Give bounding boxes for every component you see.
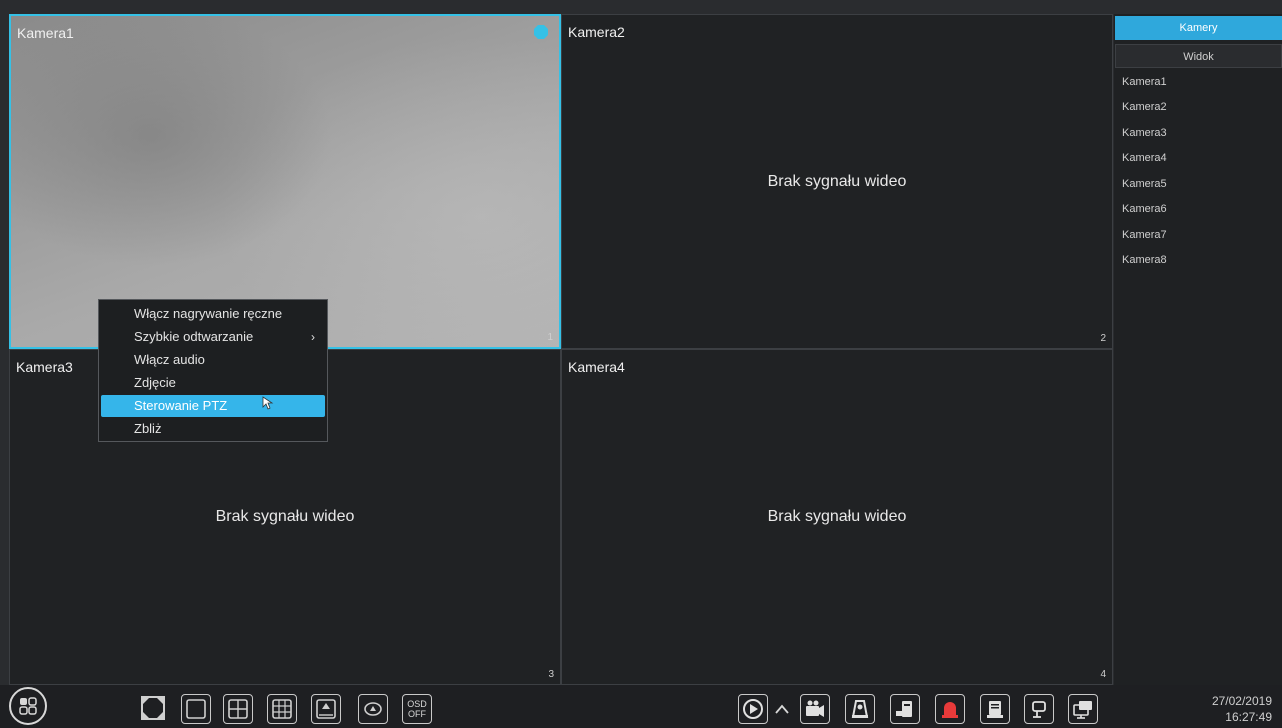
layout-9-icon[interactable] — [267, 694, 297, 724]
context-menu: Włącz nagrywanie ręczne Szybkie odtwarza… — [98, 299, 328, 442]
sidebar-item-camera[interactable]: Kamera6 — [1122, 203, 1167, 215]
layout-1-icon[interactable] — [181, 694, 211, 724]
osd-label: OSD OFF — [403, 699, 431, 719]
menu-item-quick-playback[interactable]: Szybkie odtwarzanie › — [101, 326, 325, 348]
chevron-right-icon: › — [311, 330, 315, 344]
menu-item-zoom[interactable]: Zbliż — [101, 418, 325, 440]
sidebar-item-camera[interactable]: Kamera5 — [1122, 178, 1167, 190]
system-date: 27/02/2019 — [1211, 694, 1272, 708]
sidebar-item-camera[interactable]: Kamera2 — [1122, 101, 1167, 113]
bottom-toolbar: OSD OFF 27/02/2019 16:27:49 — [0, 685, 1282, 728]
snapshot-icon[interactable] — [845, 694, 875, 724]
playback-icon[interactable] — [738, 694, 768, 724]
sidebar-item-camera[interactable]: Kamera7 — [1122, 229, 1167, 241]
channel-index: 3 — [548, 669, 554, 680]
layout-custom-icon[interactable] — [311, 694, 341, 724]
sidebar-item-camera[interactable]: Kamera1 — [1122, 76, 1167, 88]
camera-title: Kamera1 — [17, 25, 74, 41]
ptz-icon[interactable] — [1024, 694, 1054, 724]
layout-4-icon[interactable] — [223, 694, 253, 724]
no-signal-message: Brak sygnału wideo — [767, 172, 907, 190]
no-signal-message: Brak sygnału wideo — [215, 508, 355, 525]
sidebar-item-camera[interactable]: Kamera4 — [1122, 152, 1167, 164]
osd-off-icon[interactable]: OSD OFF — [402, 694, 432, 724]
rotate-view-icon[interactable] — [358, 694, 388, 724]
sidebar-item-camera[interactable]: Kamera3 — [1122, 127, 1167, 139]
storage-icon[interactable] — [980, 694, 1010, 724]
camera-title: Kamera2 — [568, 24, 625, 40]
menu-item-snapshot[interactable]: Zdjęcie — [101, 372, 325, 394]
menu-item-enable-audio[interactable]: Włącz audio — [101, 349, 325, 371]
tab-cameras[interactable]: Kamery — [1115, 16, 1282, 40]
osd-label-top: OSD — [407, 699, 427, 709]
fullscreen-icon[interactable] — [139, 694, 169, 724]
tab-view[interactable]: Widok — [1115, 44, 1282, 68]
menu-item-ptz-control[interactable]: Sterowanie PTZ — [101, 395, 325, 417]
camera-cell-4[interactable]: Kamera4 Brak sygnału wideo 4 — [561, 349, 1113, 685]
menu-icon[interactable] — [9, 687, 47, 725]
menu-item-label: Szybkie odtwarzanie — [134, 329, 254, 344]
camera-cell-2[interactable]: Kamera2 Brak sygnału wideo 2 — [561, 14, 1113, 349]
screen-switch-icon[interactable] — [1068, 694, 1098, 724]
no-signal-message: Brak sygnału wideo — [767, 508, 907, 525]
camera-sidebar: Kamery Widok Kamera1 Kamera2 Kamera3 Kam… — [1114, 14, 1282, 685]
expand-up-icon[interactable] — [773, 697, 791, 721]
channel-index: 1 — [547, 332, 553, 343]
system-time: 16:27:49 — [1225, 710, 1272, 724]
camera-title: Kamera4 — [568, 359, 625, 375]
camera-title: Kamera3 — [16, 359, 73, 375]
alarm-icon[interactable] — [935, 694, 965, 724]
channel-index: 4 — [1100, 669, 1106, 680]
manual-record-icon[interactable] — [800, 694, 830, 724]
broadcast-icon[interactable] — [890, 694, 920, 724]
mouse-cursor-icon — [262, 396, 274, 410]
osd-label-bottom: OFF — [408, 709, 426, 719]
sidebar-item-camera[interactable]: Kamera8 — [1122, 254, 1167, 266]
menu-item-manual-record[interactable]: Włącz nagrywanie ręczne — [101, 303, 325, 325]
channel-index: 2 — [1100, 333, 1106, 344]
record-status-icon — [534, 25, 548, 39]
